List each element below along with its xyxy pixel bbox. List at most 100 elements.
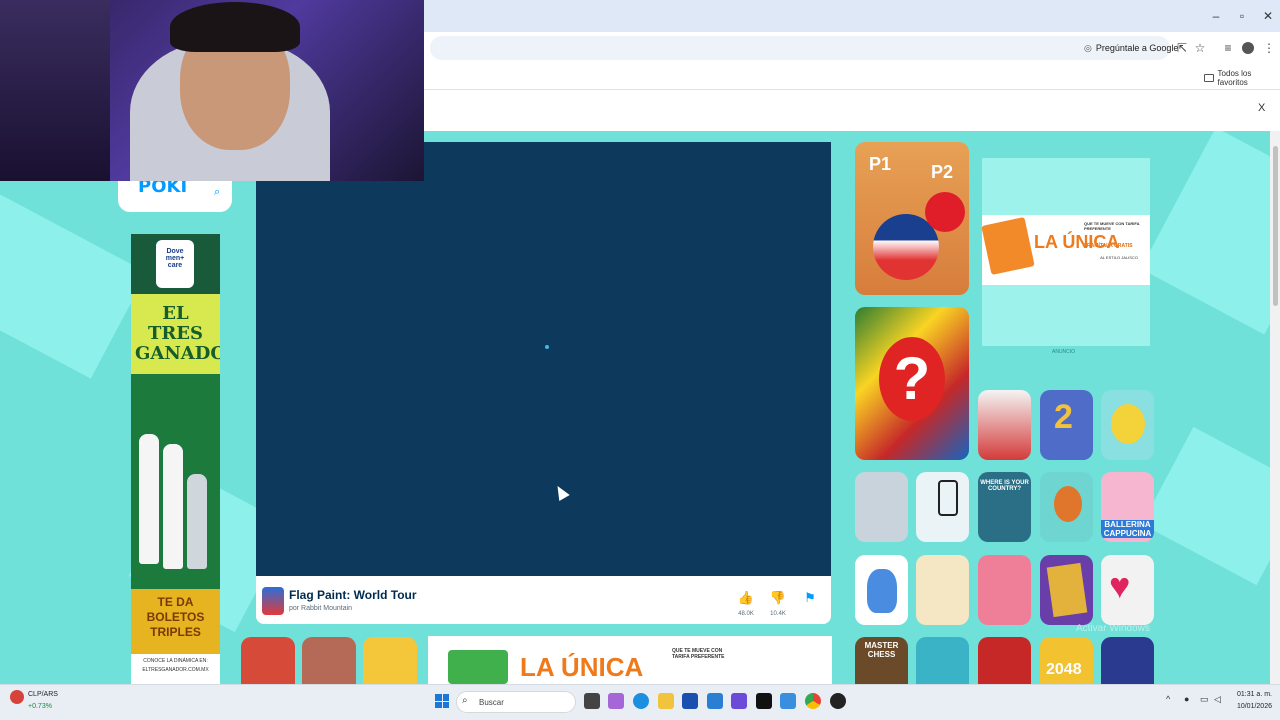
store-icon[interactable] [682, 693, 698, 709]
activate-windows-watermark: Activar Windows [1076, 623, 1150, 634]
game-thumb-flag-ball[interactable]: P1 P2 [855, 142, 969, 295]
tray-chevron-icon[interactable]: ^ [1166, 694, 1170, 704]
restore-icon[interactable]: ▫ [1232, 6, 1252, 26]
menu-dots-icon[interactable]: ⋮ [1259, 38, 1279, 58]
chicken-icon [1054, 486, 1082, 522]
banner-close-button[interactable]: X [1258, 102, 1265, 114]
bus-icon [448, 650, 508, 684]
ad-label: ANUNCIO [1052, 349, 1076, 355]
obs-icon[interactable] [830, 693, 846, 709]
media-control-icon[interactable]: ≡ [1218, 38, 1238, 58]
card-icon [1046, 562, 1088, 618]
phone-icon [938, 480, 958, 516]
game-thumb-blocks[interactable] [1101, 637, 1154, 684]
all-bookmarks-button[interactable]: Todos los favoritos [1204, 69, 1280, 87]
game-thumb-chicken[interactable] [1040, 472, 1093, 542]
deodorant-bottle [139, 434, 159, 564]
where-is-label: WHERE IS YOUR COUNTRY? [980, 480, 1029, 492]
fx-pair[interactable]: CLP/ARS [28, 691, 58, 698]
app-icon[interactable] [780, 693, 796, 709]
game-thumb-girls[interactable] [302, 637, 356, 684]
heart-icon: ♥ [1109, 565, 1131, 606]
webcam-overlay [0, 0, 424, 181]
dislike-icon[interactable]: 👎 [766, 590, 790, 606]
game-icon [262, 587, 284, 615]
minimize-icon[interactable]: – [1206, 6, 1226, 26]
taskbar-search[interactable]: Buscar [456, 691, 576, 713]
right-ad-sub: QUE TE MUEVE CON TARIFA PREFERENTE [1084, 221, 1140, 231]
close-window-icon[interactable]: ✕ [1258, 6, 1278, 26]
like-icon[interactable]: 👍 [734, 590, 758, 606]
bg-shape [1140, 131, 1280, 335]
scrollbar-thumb[interactable] [1273, 146, 1278, 306]
bottom-ad-sub: QUE TE MUEVE CON TARIFA PREFERENTE [672, 648, 725, 660]
game-canvas[interactable] [256, 142, 831, 576]
ad-title: EL TRES GANADOR [135, 303, 220, 364]
windows-start-icon[interactable] [435, 694, 449, 708]
game-developer[interactable]: por Rabbit Mountain [289, 605, 352, 612]
bottom-ad-headline: LA ÚNICA [520, 652, 644, 682]
turkey-ball [925, 192, 965, 232]
number-two-icon: 2 [1054, 398, 1073, 436]
game-thumb-faces[interactable] [916, 555, 969, 625]
game-thumb-where-is[interactable]: WHERE IS YOUR COUNTRY? [978, 472, 1031, 542]
edge-icon[interactable] [633, 693, 649, 709]
webcam-background [0, 0, 110, 181]
game-thumb-2048[interactable]: 2048 [1040, 637, 1093, 684]
ad-footer: CONOCE LA DINÁMICA EN: ELTRESGANADOR.COM… [131, 654, 220, 684]
bg-shape [1141, 426, 1280, 586]
microphone-icon[interactable]: ● [1184, 694, 1189, 704]
clock-date[interactable]: 10/01/2026 [1230, 703, 1272, 710]
game-thumb-dino[interactable] [855, 555, 908, 625]
ask-google-button[interactable]: ◎ Pregúntale a Google [1084, 39, 1178, 57]
game-thumb-phone[interactable] [916, 472, 969, 542]
report-flag-icon[interactable]: ⚑ [798, 590, 822, 606]
game-thumb-xray[interactable] [978, 555, 1031, 625]
game-thumb-truck[interactable] [241, 637, 295, 684]
file-explorer-icon[interactable] [658, 693, 674, 709]
task-view-icon[interactable] [584, 693, 600, 709]
ad-card-icon [981, 216, 1035, 276]
game-thumb-pixel-heart[interactable]: ♥ [1101, 555, 1154, 625]
volume-icon[interactable]: ◁ [1214, 694, 1221, 705]
fx-widget-icon[interactable] [10, 690, 24, 704]
bookmark-star-icon[interactable]: ☆ [1190, 38, 1210, 58]
game-thumb-ladybug[interactable] [1040, 555, 1093, 625]
game-thumb-number[interactable]: 2 [1040, 390, 1093, 460]
right-ad-headline: LA ÚNICA [1034, 232, 1120, 252]
left-advertisement[interactable]: Dovemen+care EL TRES GANADOR TE DA BOLET… [131, 234, 220, 684]
vpn-icon[interactable] [707, 693, 723, 709]
dislike-count: 10.4K [770, 611, 786, 617]
chrome-icon[interactable] [805, 693, 821, 709]
like-count: 48.0K [738, 611, 754, 617]
game-thumb-einstein[interactable] [916, 637, 969, 684]
ad-footer-line2: ELTRESGANADOR.COM.MX [142, 667, 209, 673]
clock-time[interactable]: 01:31 a. m. [1230, 691, 1272, 698]
dino-icon [867, 569, 897, 613]
tiktok-icon[interactable] [756, 693, 772, 709]
game-thumb-ballerina[interactable]: BALLERINA CAPPUCINA [1101, 472, 1154, 542]
game-thumb-duck[interactable] [1101, 390, 1154, 460]
deodorant-bottle [187, 474, 207, 569]
master-chess-label: MASTER CHESS [864, 641, 899, 659]
install-app-icon[interactable]: ⇱ [1172, 38, 1192, 58]
game-thumb-sword[interactable] [978, 637, 1031, 684]
duck-icon [1111, 404, 1145, 444]
game-thumb-car[interactable] [978, 390, 1031, 460]
search-icon[interactable]: ⌕ [214, 186, 220, 199]
network-icon[interactable]: ▭ [1200, 694, 1209, 705]
deodorant-bottle [163, 444, 183, 569]
game-2048-label: 2048 [1046, 661, 1082, 678]
teams-icon[interactable] [731, 693, 747, 709]
profile-avatar[interactable] [1242, 42, 1254, 54]
loading-dot [545, 345, 549, 349]
dove-logo: Dove men+ care [156, 240, 194, 288]
copilot-icon[interactable] [608, 693, 624, 709]
question-mark-icon: ? [879, 337, 945, 421]
game-thumb-flag-quiz[interactable]: ? [855, 307, 969, 460]
game-thumb-egg[interactable] [363, 637, 417, 684]
game-thumb-typing[interactable] [855, 472, 908, 542]
game-thumb-master-chess[interactable]: MASTER CHESS [855, 637, 908, 684]
address-bar[interactable] [430, 36, 1170, 60]
game-title: Flag Paint: World Tour [289, 588, 417, 602]
